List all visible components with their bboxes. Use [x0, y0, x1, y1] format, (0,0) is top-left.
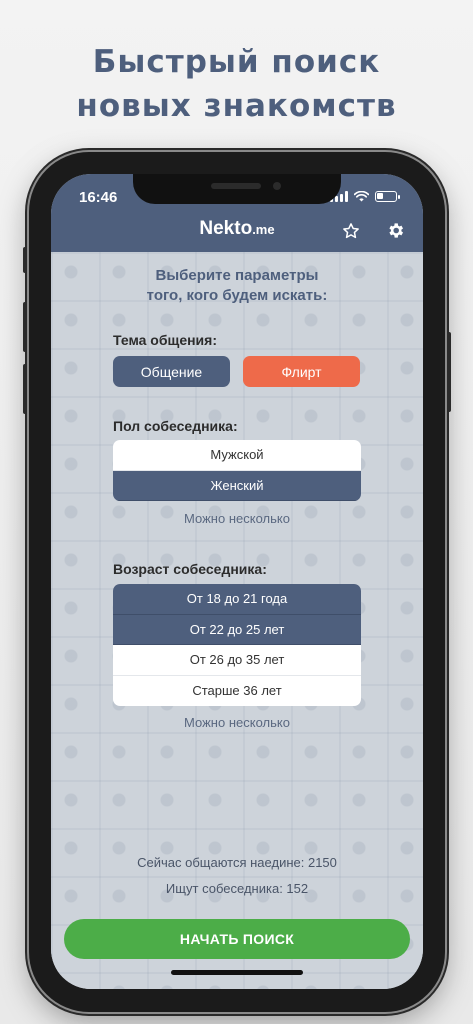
app-screen: 16:46 Nekto.me Выберите параметры того, …	[51, 174, 423, 989]
gender-option-male[interactable]: Мужской	[113, 440, 361, 471]
speaker	[211, 183, 261, 189]
topic-label: Тема общения:	[113, 332, 217, 348]
home-indicator[interactable]	[171, 970, 303, 975]
gear-icon[interactable]	[386, 221, 405, 240]
status-time: 16:46	[79, 189, 118, 206]
logo-suffix: .me	[252, 222, 275, 237]
age-label: Возраст собеседника:	[113, 561, 267, 577]
front-camera	[273, 182, 281, 190]
promo-line-1: Быстрый поиск	[92, 44, 381, 80]
chatting-now-count: Сейчас общаются наедине: 2150	[137, 855, 337, 870]
notch	[133, 174, 341, 204]
gender-option-female[interactable]: Женский	[113, 470, 361, 501]
gender-label: Пол собеседника:	[113, 418, 238, 434]
start-search-button[interactable]: НАЧАТЬ ПОИСК	[64, 919, 410, 959]
gender-options: Мужской Женский	[113, 440, 361, 501]
prompt-line-1: Выберите параметры	[155, 267, 319, 284]
power-button	[447, 332, 451, 412]
age-hint: Можно несколько	[184, 715, 290, 730]
star-icon[interactable]	[342, 222, 360, 240]
logo-main: Nekto	[199, 218, 253, 239]
topic-option-flirt[interactable]: Флирт	[243, 356, 360, 387]
age-option-18-21[interactable]: От 18 до 21 года	[113, 584, 361, 615]
phone-frame: 16:46 Nekto.me Выберите параметры того, …	[23, 152, 451, 1012]
age-option-36-plus[interactable]: Старше 36 лет	[113, 676, 361, 707]
age-option-26-35[interactable]: От 26 до 35 лет	[113, 645, 361, 676]
volume-up-button	[23, 302, 27, 352]
topic-option-chat[interactable]: Общение	[113, 356, 230, 387]
age-option-22-25[interactable]: От 22 до 25 лет	[113, 614, 361, 645]
gender-hint: Можно несколько	[184, 511, 290, 526]
age-options: От 18 до 21 года От 22 до 25 лет От 26 д…	[113, 584, 361, 706]
app-logo: Nekto.me	[51, 218, 423, 240]
status-icons	[330, 191, 400, 202]
searching-now-count: Ищут собеседника: 152	[165, 881, 309, 896]
mute-switch	[23, 247, 27, 273]
prompt-title: Выберите параметры того, кого будем иска…	[51, 266, 423, 306]
promo-headline: Быстрый поиск новых знакомств	[0, 40, 473, 128]
search-settings-panel: Выберите параметры того, кого будем иска…	[51, 252, 423, 989]
prompt-line-2: того, кого будем искать:	[146, 287, 328, 304]
battery-icon	[375, 191, 400, 202]
wifi-icon	[354, 191, 369, 202]
volume-down-button	[23, 364, 27, 414]
promo-line-2: новых знакомств	[76, 88, 397, 124]
